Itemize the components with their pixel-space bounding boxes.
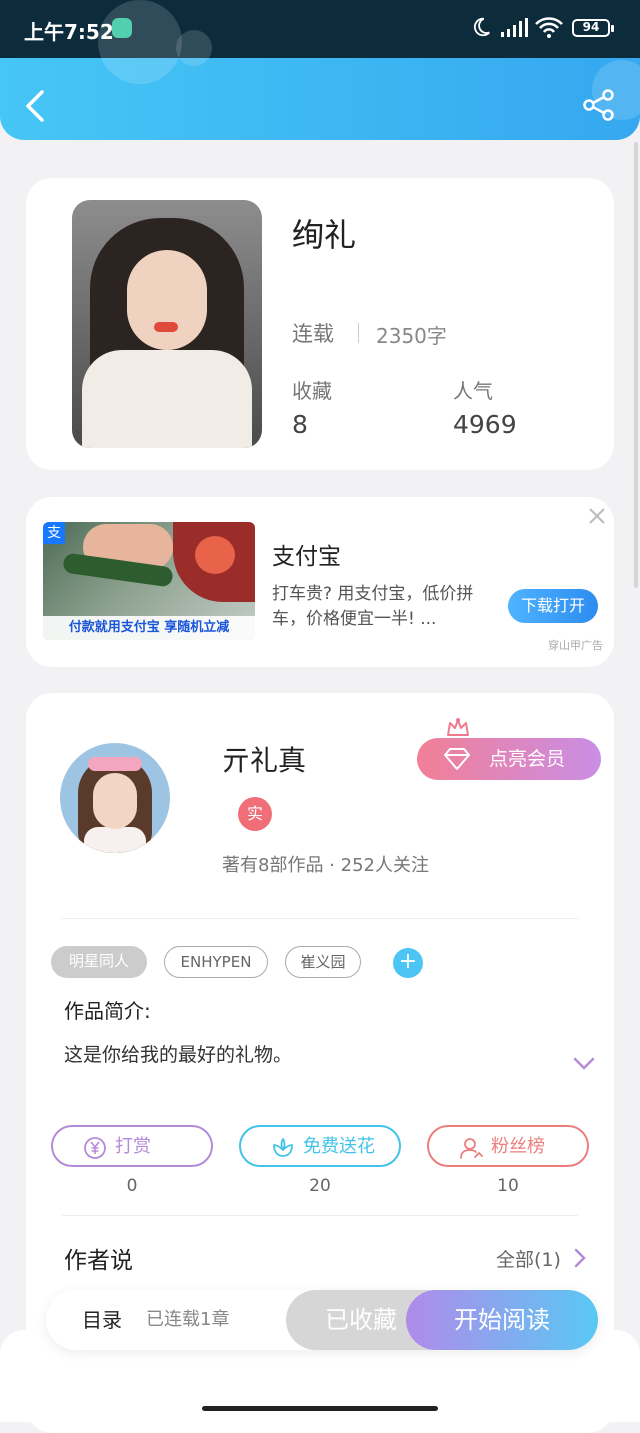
moon-icon [473,17,490,37]
chevron-left-icon[interactable] [22,88,48,124]
status-divider [358,323,359,343]
alipay-logo-icon: 支 [43,522,65,544]
status-bar: 上午7:52 94 [0,0,640,58]
divider [62,1215,578,1216]
user-icon [460,1138,483,1159]
vip-member-button[interactable]: 点亮会员 [417,738,601,780]
vip-button-label: 点亮会员 [489,748,566,770]
share-icon[interactable] [582,88,616,122]
book-status: 连载 [292,322,334,346]
book-word-count: 2350字 [376,324,447,348]
ad-image[interactable]: 支 付款就用支付宝 享随机立减 [43,522,255,640]
chevron-down-icon[interactable] [572,1055,596,1073]
popularity-value: 4969 [453,410,517,439]
fan-rank-button[interactable]: 粉丝榜 [427,1125,589,1167]
book-cover-image[interactable] [72,200,262,448]
fan-rank-label: 粉丝榜 [491,1136,545,1157]
author-meta: 著有8部作品 · 252人关注 [222,855,429,876]
ad-source-label: 穿山甲广告 [548,639,603,652]
send-flower-button[interactable]: 免费送花 [239,1125,401,1167]
ad-image-banner: 付款就用支付宝 享随机立减 [43,616,255,640]
bottom-action-bar: 目录 已连载1章 已收藏 开始阅读 [46,1290,598,1350]
start-reading-button[interactable]: 开始阅读 [406,1290,598,1350]
view-all-link[interactable]: 全部(1) [496,1245,561,1272]
top-header [0,0,640,140]
ad-download-button[interactable]: 下载打开 [508,589,598,623]
add-tag-button[interactable]: + [393,948,423,978]
tag-item[interactable]: 崔义园 [285,946,361,978]
author-name[interactable]: 亓礼真 [222,739,306,779]
toc-button[interactable]: 目录 [82,1290,122,1350]
favorites-label: 收藏 [292,379,332,403]
flower-icon [273,1138,293,1157]
wifi-icon [535,17,563,38]
book-info-card: 绚礼 连载 2350字 收藏 8 人气 4969 [26,178,614,470]
home-indicator [202,1406,438,1411]
verified-badge: 实 [238,797,272,831]
tip-button[interactable]: 打赏 [51,1125,213,1167]
yen-coin-icon [84,1137,106,1159]
scrollbar[interactable] [634,142,638,588]
popularity-label: 人气 [453,379,493,403]
tip-label: 打赏 [115,1136,151,1157]
author-says-label: 作者说 [64,1248,133,1274]
close-icon[interactable] [586,505,608,527]
intro-text: 这是你给我的最好的礼物。 [64,1044,293,1066]
intro-label: 作品简介: [64,999,151,1023]
flower-count: 20 [309,1176,331,1196]
fan-count: 10 [497,1176,519,1196]
crown-icon [447,718,469,736]
ad-card[interactable]: 支 付款就用支付宝 享随机立减 支付宝 打车贵? 用支付宝，低价拼车，价格便宜一… [26,497,614,667]
flower-label: 免费送花 [303,1136,375,1157]
tip-count: 0 [126,1176,138,1196]
tag-item[interactable]: 明星同人 [51,946,147,978]
diamond-icon [444,748,470,770]
ad-brand: 支付宝 [272,544,341,570]
battery-icon: 94 [572,19,614,37]
ad-description: 打车贵? 用支付宝，低价拼车，价格便宜一半! ... [272,584,474,629]
chevron-right-icon[interactable] [572,1248,588,1268]
divider [62,918,578,919]
battery-level: 94 [582,20,600,34]
tag-item[interactable]: ENHYPEN [164,946,268,978]
signal-icon [501,18,528,37]
favorites-value: 8 [292,410,308,439]
book-title: 绚礼 [292,216,357,254]
author-avatar[interactable] [60,743,170,853]
chapter-count: 已连载1章 [146,1309,230,1330]
